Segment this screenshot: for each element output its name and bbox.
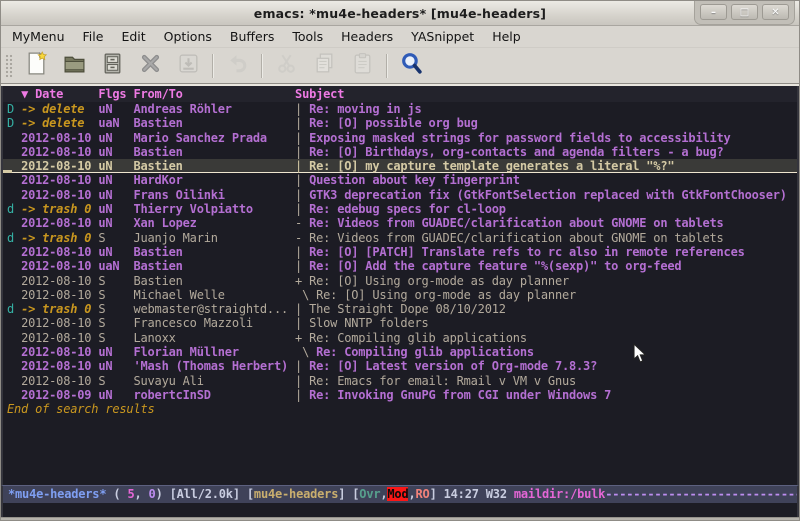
menu-item-help[interactable]: Help <box>483 27 530 46</box>
message-row[interactable]: 2012-08-09 uN robertcInSD | Re: Invoking… <box>3 388 797 402</box>
toolbar-separator <box>261 54 262 78</box>
paste-button[interactable] <box>343 51 381 81</box>
menu-item-file[interactable]: File <box>74 27 113 46</box>
mu4e-headers-buffer: ▼ Date Flgs From/To Subject D -> delete … <box>1 86 799 485</box>
menu-item-tools[interactable]: Tools <box>283 27 332 46</box>
message-row[interactable]: 2012-08-10 uN Florian Müllner \ Re: Comp… <box>3 345 797 359</box>
titlebar[interactable]: emacs: *mu4e-headers* [mu4e-headers] – □… <box>1 1 799 26</box>
message-row[interactable]: 2012-08-10 uN Mario Sanchez Prada | Expo… <box>3 131 797 145</box>
modeline-segment-mode-name: mu4e-headers <box>254 487 338 501</box>
search-button[interactable] <box>392 51 430 81</box>
message-row[interactable]: D -> delete uN Andreas Röhler | Re: movi… <box>3 102 797 116</box>
minimize-button[interactable]: – <box>700 4 727 20</box>
message-row[interactable]: 2012-08-10 uN Bastien | Re: [O] Birthday… <box>3 145 797 159</box>
modeline-segment-dashes: -------------------------------- <box>605 487 799 501</box>
menu-item-options[interactable]: Options <box>155 27 221 46</box>
modeline-segment-plain: , <box>134 487 148 501</box>
message-row[interactable]: 2012-08-10 uN HardKor | Question about k… <box>3 173 797 187</box>
dired-button[interactable] <box>93 51 131 81</box>
menubar: MyMenuFileEditOptionsBuffersToolsHeaders… <box>1 26 799 48</box>
message-row[interactable]: 2012-08-10 uN Bastien | Re: [O] [PATCH] … <box>3 245 797 259</box>
window-controls: – □ ✕ <box>694 1 795 25</box>
message-row[interactable]: 2012-08-10 uN Bastien | Re: [O] my captu… <box>3 159 797 173</box>
echo-area[interactable] <box>1 503 799 517</box>
window-title: emacs: *mu4e-headers* [mu4e-headers] <box>254 6 546 21</box>
message-list: D -> delete uN Andreas Röhler | Re: movi… <box>3 102 797 485</box>
close-x-icon <box>138 51 163 80</box>
modeline-segment-mod: Mod <box>387 487 408 501</box>
menu-item-yasnippet[interactable]: YASnippet <box>402 27 483 46</box>
message-row[interactable]: d -> trash 0 S Juanjo Marin - Re: Videos… <box>3 231 797 245</box>
search-icon <box>399 51 424 80</box>
save-buffer-button[interactable] <box>169 51 207 81</box>
modeline-segment-ro: RO <box>416 487 430 501</box>
new-file-icon <box>24 51 49 80</box>
save-icon <box>176 51 201 80</box>
open-folder-icon <box>62 51 87 80</box>
toolbar-separator <box>386 54 387 78</box>
scissors-icon <box>274 51 299 80</box>
menu-item-edit[interactable]: Edit <box>112 27 154 46</box>
mode-line[interactable]: *mu4e-headers* ( 5, 0) [All/2.0k] [mu4e-… <box>1 485 799 503</box>
mouse-pointer <box>633 343 647 368</box>
menu-item-headers[interactable]: Headers <box>332 27 402 46</box>
message-row[interactable]: D -> delete uaN Bastien | Re: [O] possib… <box>3 116 797 130</box>
copy-button[interactable] <box>305 51 343 81</box>
modeline-segment-plain: ] [ <box>338 487 359 501</box>
modeline-segment-buffer-name: *mu4e-headers* <box>8 487 106 501</box>
close-button[interactable]: ✕ <box>762 4 789 20</box>
end-of-results-text: End of search results <box>3 402 797 416</box>
message-row[interactable]: 2012-08-10 S Francesco Mazzoli | Slow NN… <box>3 316 797 330</box>
message-row[interactable]: 2012-08-10 uN Frans Oilinki | GTK3 depre… <box>3 188 797 202</box>
toolbar <box>1 48 799 84</box>
undo-button[interactable] <box>218 51 256 81</box>
modeline-segment-ovr: Ovr <box>359 487 380 501</box>
menu-item-buffers[interactable]: Buffers <box>221 27 283 46</box>
maximize-button[interactable]: □ <box>731 4 758 20</box>
message-row[interactable]: 2012-08-10 S Lanoxx + Re: Compiling glib… <box>3 331 797 345</box>
clipboard-icon <box>350 51 375 80</box>
open-file-button[interactable] <box>55 51 93 81</box>
modeline-segment-plain: ) [All/2.0k] [ <box>156 487 254 501</box>
toolbar-separator <box>212 54 213 78</box>
modeline-segment-plain: , <box>408 487 415 501</box>
menu-item-mymenu[interactable]: MyMenu <box>3 27 74 46</box>
copy-icon <box>312 51 337 80</box>
message-row[interactable]: 2012-08-10 uN 'Mash (Thomas Herbert) | R… <box>3 359 797 373</box>
file-cabinet-icon <box>100 51 125 80</box>
message-row[interactable]: 2012-08-10 uN Xan Lopez - Re: Videos fro… <box>3 216 797 230</box>
new-file-button[interactable] <box>17 51 55 81</box>
header-line[interactable]: ▼ Date Flgs From/To Subject <box>3 86 797 102</box>
modeline-segment-col-num: 0 <box>149 487 156 501</box>
message-row[interactable]: 2012-08-10 S Suvayu Ali | Re: Emacs for … <box>3 374 797 388</box>
modeline-segment-plain: ( <box>106 487 127 501</box>
message-row[interactable]: 2012-08-10 S Bastien + Re: [O] Using org… <box>3 274 797 288</box>
undo-icon <box>225 51 250 80</box>
modeline-segment-plain: ] 14:27 W32 <box>430 487 514 501</box>
cut-button[interactable] <box>267 51 305 81</box>
message-row[interactable]: d -> trash 0 S webmaster@straightd... | … <box>3 302 797 316</box>
window-bottom-border <box>1 517 799 520</box>
message-row[interactable]: d -> trash 0 uN Thierry Volpiatto | Re: … <box>3 202 797 216</box>
message-row[interactable]: 2012-08-10 uaN Bastien | Re: [O] Add the… <box>3 259 797 273</box>
kill-buffer-button[interactable] <box>131 51 169 81</box>
modeline-segment-maildir: maildir:/bulk <box>514 487 605 501</box>
emacs-window: emacs: *mu4e-headers* [mu4e-headers] – □… <box>0 0 800 521</box>
message-row[interactable]: 2012-08-10 S Michael Welle \ Re: [O] Usi… <box>3 288 797 302</box>
toolbar-grip[interactable] <box>4 53 13 79</box>
